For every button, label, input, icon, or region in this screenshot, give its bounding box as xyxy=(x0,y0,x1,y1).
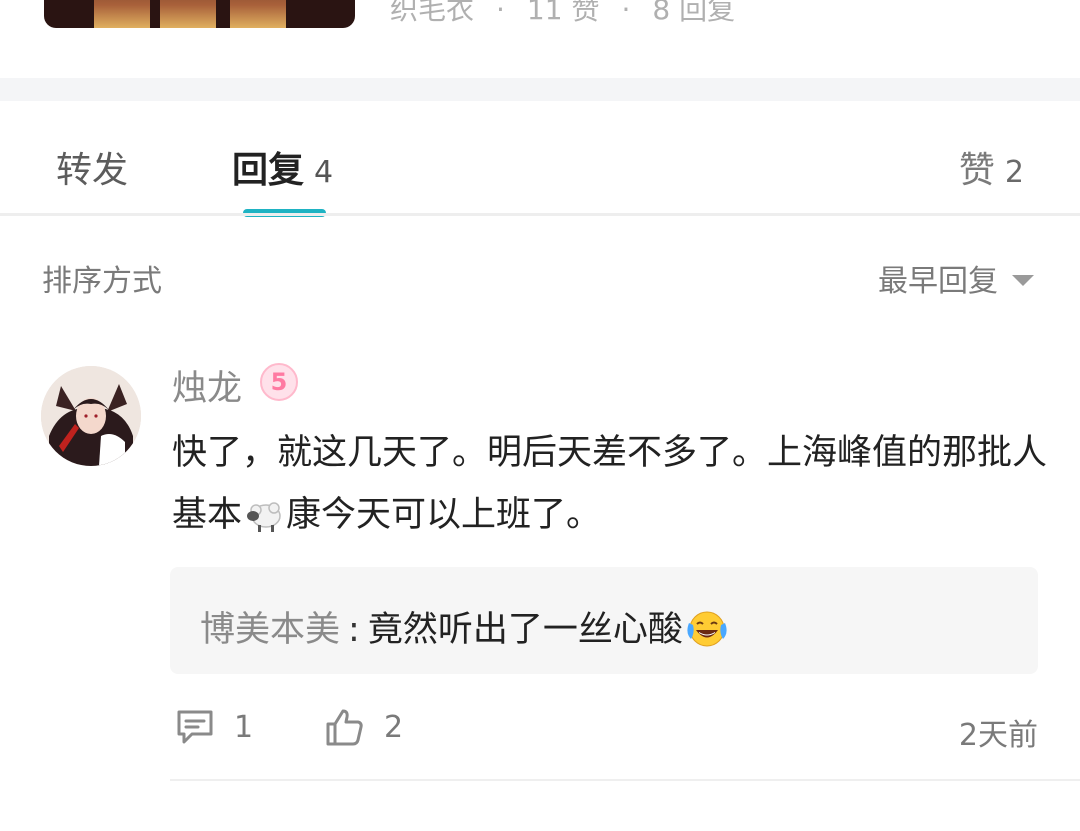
tab-reply[interactable]: 回复 4 xyxy=(232,141,333,193)
comment-body: 快了，就这几天了。明后天差不多了。上海峰值的那批人基本 康今天可以上班了。 xyxy=(172,422,1052,554)
like-action[interactable]: 2 xyxy=(324,706,403,748)
caret-down-icon xyxy=(1012,274,1034,286)
avatar-illustration xyxy=(41,366,141,466)
tabs-divider xyxy=(0,213,1080,216)
post-replies: 8 回复 xyxy=(652,0,736,26)
quoted-reply-username[interactable]: 博美本美 xyxy=(200,610,340,650)
meta-separator: · xyxy=(621,0,631,26)
dish-image xyxy=(94,0,150,28)
dish-image xyxy=(230,0,286,28)
tab-reply-label: 回复 xyxy=(232,150,305,191)
tab-like[interactable]: 赞2 xyxy=(959,141,1024,193)
sheep-icon xyxy=(244,492,284,554)
quoted-reply[interactable]: 博美本美: 竟然听出了一丝心酸 xyxy=(170,567,1038,674)
comment-text-part2: 康今天可以上班了。 xyxy=(286,495,602,535)
level-badge: 5 xyxy=(260,363,298,401)
avatar[interactable] xyxy=(41,366,141,466)
tab-forward-label: 转发 xyxy=(56,150,129,191)
sort-dropdown[interactable]: 最早回复 xyxy=(878,256,1034,300)
comment-divider xyxy=(170,779,1080,781)
post-author: 织毛衣 xyxy=(390,0,475,26)
thumbs-up-icon xyxy=(326,709,363,746)
comment-timestamp: 2天前 xyxy=(958,718,1038,753)
reply-action[interactable]: 1 xyxy=(174,706,253,748)
reply-page: 传技 传技 传技 织毛衣·11 赞·8 回复 转发 回复4 赞2 排序方式 最早… xyxy=(0,0,1080,831)
post-likes: 11 赞 xyxy=(526,0,600,26)
sort-label: 排序方式 xyxy=(42,264,162,299)
dish-image xyxy=(160,0,216,28)
tab-like-count: 2 xyxy=(1004,155,1024,190)
section-gap xyxy=(0,78,1080,101)
post-meta: 织毛衣 · 11 赞 · 8 回复 xyxy=(390,0,735,28)
quoted-reply-content: 博美本美: 竟然听出了一丝心酸 xyxy=(200,601,729,658)
tab-like-label: 赞 xyxy=(958,150,995,191)
like-count: 2 xyxy=(384,709,404,745)
comment-username[interactable]: 烛龙 xyxy=(172,360,242,411)
tab-bar: 转发 回复 4 赞2 xyxy=(0,101,1080,217)
meta-separator: · xyxy=(496,0,505,26)
laugh-cry-icon xyxy=(685,609,729,658)
comment-icon xyxy=(177,710,213,744)
quoted-reply-text: 竟然听出了一丝心酸 xyxy=(367,610,683,650)
tab-reply-count: 4 xyxy=(314,155,334,190)
tab-forward[interactable]: 转发 xyxy=(56,141,128,193)
quoted-reply-colon: : xyxy=(348,610,360,650)
sort-selected-value: 最早回复 xyxy=(878,264,998,299)
post-thumbnail[interactable]: 传技 传技 传技 xyxy=(44,0,355,28)
reply-count: 1 xyxy=(234,709,254,745)
